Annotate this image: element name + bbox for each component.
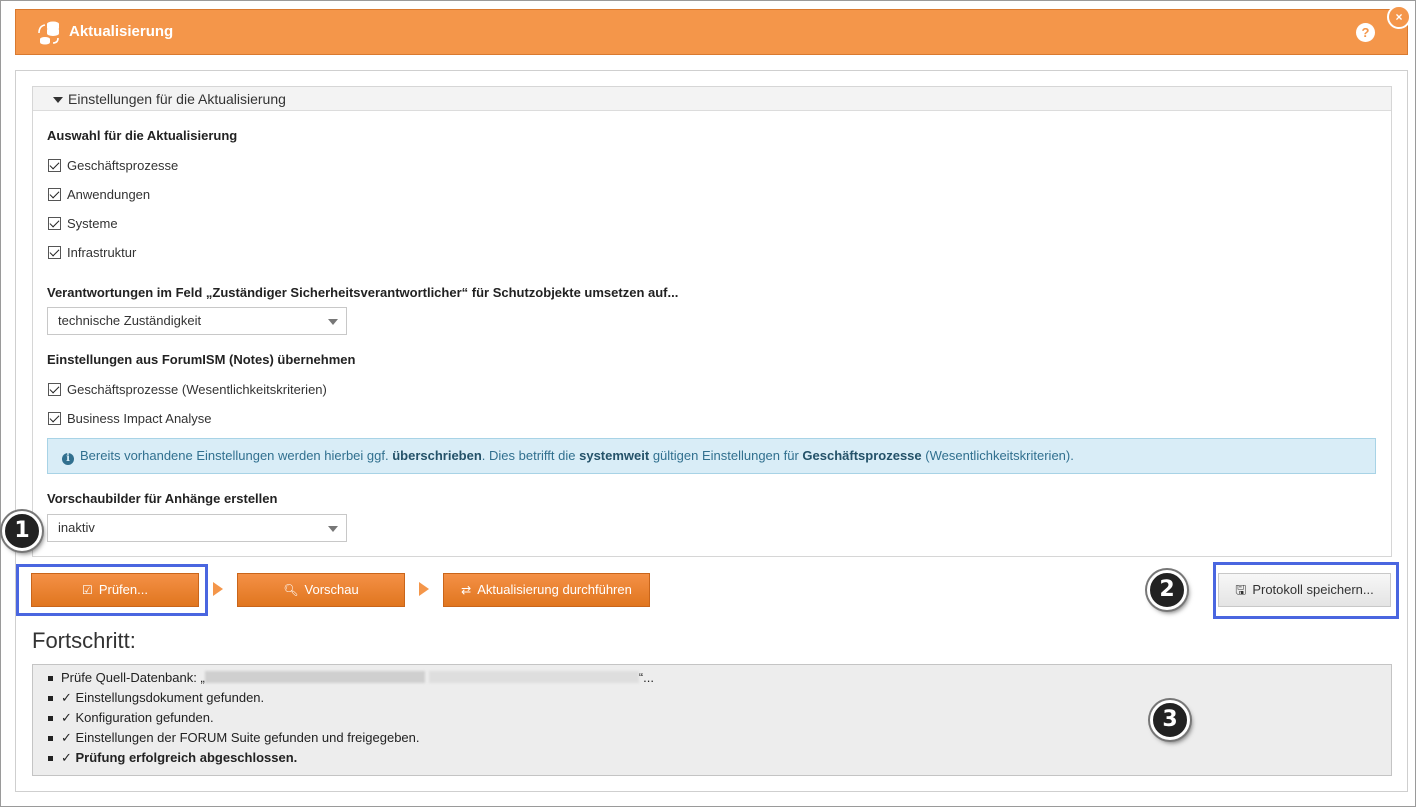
selection-heading: Auswahl für die Aktualisierung [47,128,238,143]
checkbox-label: Anwendungen [67,186,151,202]
preview-heading: Vorschaubilder für Anhänge erstellen [47,491,278,506]
info-icon: i [62,453,74,465]
callout-badge-3: 3 [1150,700,1190,740]
check-square-icon: ☑ [82,583,93,597]
checkbox-label: Infrastruktur [67,244,137,260]
responsibility-select[interactable]: technische Zuständigkeit [47,307,347,335]
responsibility-select-value: technische Zuständigkeit [58,313,202,328]
dropdown-arrow-icon [328,526,338,532]
checkbox-label: Business Impact Analyse [67,410,212,426]
progress-title: Fortschritt: [32,628,136,653]
preview-select-value: inaktiv [58,520,95,535]
responsibility-heading: Verantwortungen im Feld „Zuständiger Sic… [47,285,679,300]
preview-select[interactable]: inaktiv [47,514,347,542]
checkbox-checked-icon[interactable] [48,245,61,259]
checkbox-label: Systeme [67,215,118,231]
settings-section-header[interactable]: Einstellungen für die Aktualisierung [33,87,1391,111]
checkbox-checked-icon[interactable] [48,382,61,396]
floppy-disk-icon: 🖫 [1235,582,1247,597]
checkbox-wesentlichkeitskriterien[interactable]: Geschäftsprozesse (Wesentlichkeitskriter… [48,381,327,397]
checkbox-geschaeftsprozesse[interactable]: Geschäftsprozesse [48,157,178,173]
save-log-button[interactable]: 🖫 Protokoll speichern... [1218,573,1391,607]
exchange-icon: ⇄ [461,583,472,597]
dropdown-arrow-icon [328,319,338,325]
checkbox-infrastruktur[interactable]: Infrastruktur [48,244,136,260]
close-icon[interactable]: × [1387,5,1411,29]
title-bar: Aktualisierung ? [15,9,1408,55]
step-arrow-icon [419,582,429,596]
search-icon: 🔍︎ [283,583,299,597]
run-update-button[interactable]: ⇄ Aktualisierung durchführen [443,573,650,607]
check-button[interactable]: ☑ Prüfen... [31,573,199,607]
checkbox-checked-icon[interactable] [48,158,61,172]
checkbox-systeme[interactable]: Systeme [48,215,118,231]
settings-section-title: Einstellungen für die Aktualisierung [68,91,286,107]
checkbox-checked-icon[interactable] [48,216,61,230]
checkbox-label: Geschäftsprozesse [67,157,179,173]
callout-badge-2: 2 [1147,570,1187,610]
list-item: Prüfe Quell-Datenbank: „ “... [48,668,1391,688]
list-item: ✓ Konfiguration gefunden. [48,708,1391,728]
callout-badge-1: 1 [2,511,42,551]
forumism-heading: Einstellungen aus ForumISM (Notes) übern… [47,352,356,367]
checkbox-checked-icon[interactable] [48,187,61,201]
checkbox-label: Geschäftsprozesse (Wesentlichkeitskriter… [67,381,327,397]
checkbox-business-impact[interactable]: Business Impact Analyse [48,410,212,426]
caret-down-icon [53,97,63,103]
list-item: ✓ Prüfung erfolgreich abgeschlossen. [48,748,1391,768]
window-title: Aktualisierung [69,23,174,40]
preview-button[interactable]: 🔍︎ Vorschau [237,573,405,607]
step-arrow-icon [213,582,223,596]
redacted-path [428,671,639,683]
info-alert: i Bereits vorhandene Einstellungen werden… [47,438,1376,474]
checkbox-anwendungen[interactable]: Anwendungen [48,186,150,202]
list-item: ✓ Einstellungsdokument gefunden. [48,688,1391,708]
list-item: ✓ Einstellungen der FORUM Suite gefunden… [48,728,1391,748]
checkbox-checked-icon[interactable] [48,411,61,425]
help-icon[interactable]: ? [1356,23,1375,42]
redacted-path [204,671,425,683]
database-update-icon [38,21,59,45]
